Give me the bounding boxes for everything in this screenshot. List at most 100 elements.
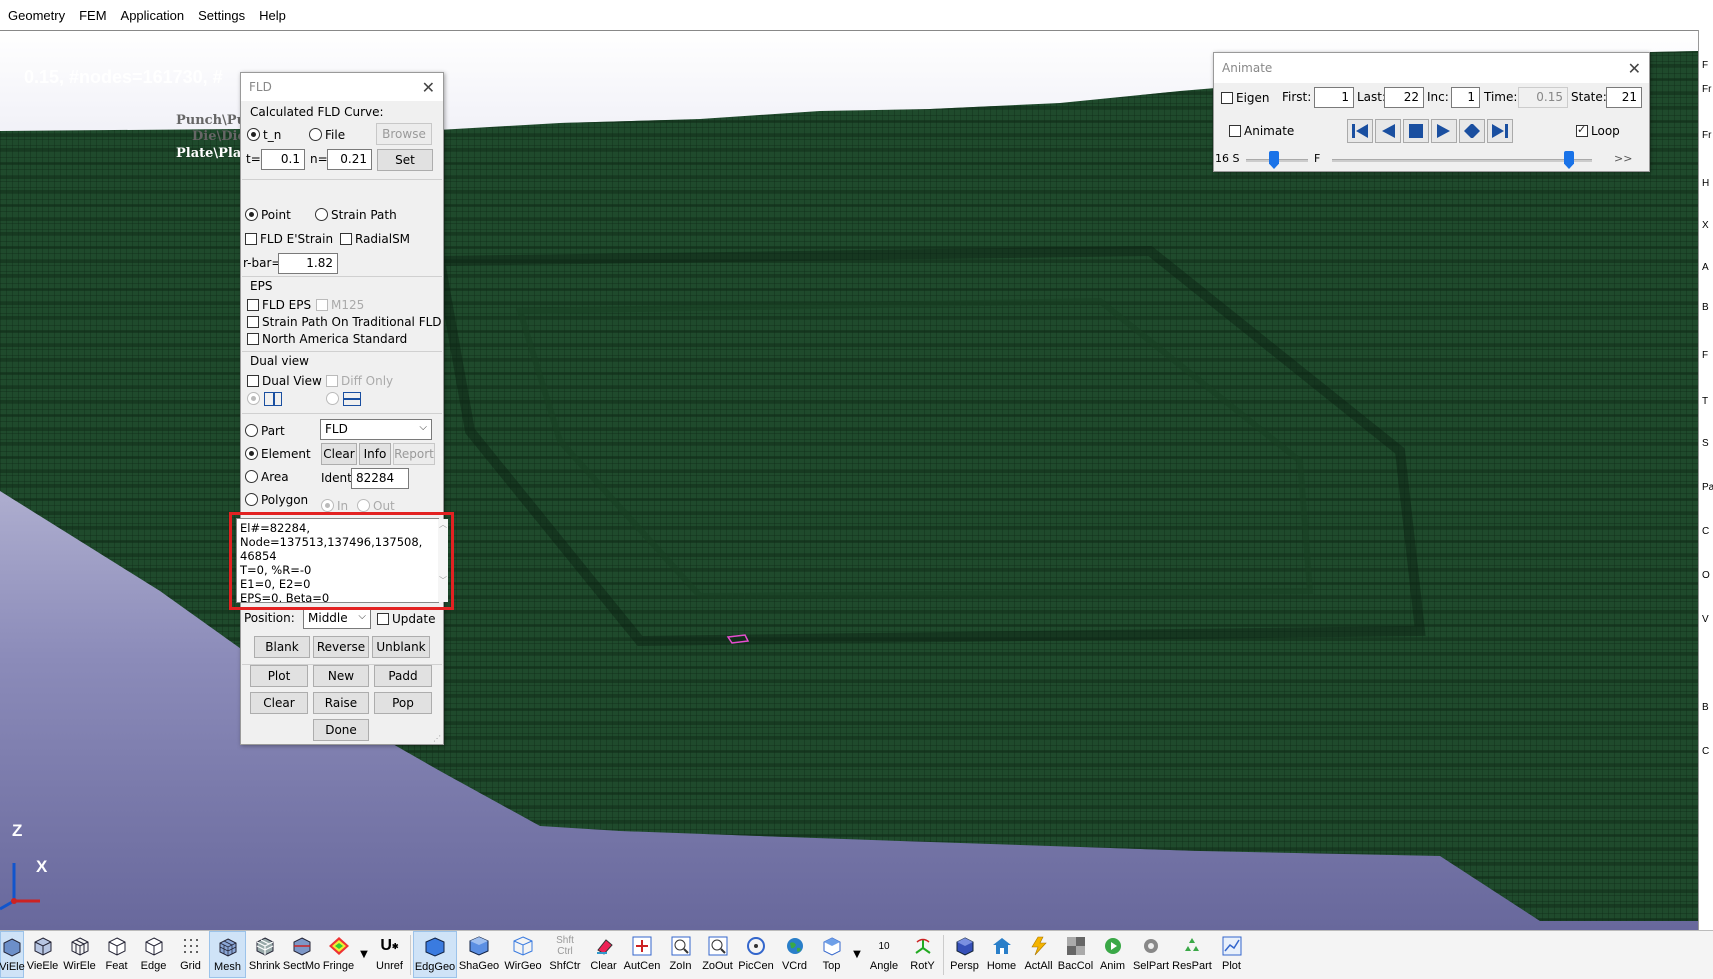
dual-view-checkbox[interactable]: Dual View: [247, 373, 322, 388]
radio-area[interactable]: Area: [245, 469, 289, 484]
menu-help[interactable]: Help: [259, 8, 286, 23]
first-input[interactable]: 1: [1314, 87, 1354, 108]
tb-mesh[interactable]: Mesh: [209, 931, 246, 978]
radialsm-checkbox[interactable]: RadialSM: [340, 231, 410, 246]
fld-estrain-checkbox[interactable]: FLD E'Strain: [245, 231, 333, 246]
radio-tn[interactable]: t_n: [247, 127, 281, 142]
plot-button[interactable]: Plot: [250, 665, 308, 687]
radio-strain-path[interactable]: Strain Path: [315, 207, 397, 222]
state-input[interactable]: 21: [1606, 87, 1642, 108]
radio-point[interactable]: Point: [245, 207, 291, 222]
tb-wirele[interactable]: WirEle: [61, 931, 98, 978]
browse-button[interactable]: Browse: [376, 123, 432, 145]
position-select[interactable]: Middle ⌵: [303, 608, 371, 629]
tb-clear[interactable]: Clear: [585, 931, 622, 978]
done-button[interactable]: Done: [313, 719, 369, 741]
raise-button[interactable]: Raise: [313, 692, 369, 714]
clear-plot-button[interactable]: Clear: [250, 692, 308, 714]
update-checkbox[interactable]: Update: [377, 611, 435, 626]
fringe-dropdown-icon[interactable]: ▼: [357, 931, 371, 978]
radio-polygon[interactable]: Polygon: [245, 492, 308, 507]
fld-type-select[interactable]: FLD ⌵: [320, 419, 432, 440]
tb-zoin[interactable]: ZoIn: [662, 931, 699, 978]
ident-input[interactable]: 82284: [351, 468, 409, 489]
tb-shageo[interactable]: ShaGeo: [457, 931, 501, 978]
tb-shfctr[interactable]: Shft Ctrl ShfCtr: [545, 931, 585, 978]
tb-piccen[interactable]: PicCen: [736, 931, 776, 978]
split-vertical-option[interactable]: [247, 391, 282, 406]
fld-eps-checkbox[interactable]: FLD EPS: [247, 297, 311, 312]
n-input[interactable]: 0.21: [327, 149, 372, 170]
element-info-text[interactable]: El#=82284, Node=137513,137496,137508, 46…: [236, 518, 439, 603]
menu-geometry[interactable]: Geometry: [8, 8, 65, 23]
tb-autcen[interactable]: AutCen: [622, 931, 662, 978]
tb-shrink[interactable]: Shrink: [246, 931, 283, 978]
tb-wirgeo[interactable]: WirGeo: [501, 931, 545, 978]
speed-slider-thumb[interactable]: [1269, 151, 1279, 169]
menu-settings[interactable]: Settings: [198, 8, 245, 23]
reverse-button[interactable]: Reverse: [313, 636, 369, 658]
radio-file[interactable]: File: [309, 127, 345, 142]
blank-button[interactable]: Blank: [254, 636, 310, 658]
tb-selpart[interactable]: SelPart: [1131, 931, 1171, 978]
info-button[interactable]: Info: [359, 443, 391, 465]
rbar-input[interactable]: 1.82: [278, 253, 338, 274]
tb-sectmo[interactable]: SectMo: [283, 931, 320, 978]
frame-slider-track[interactable]: [1332, 159, 1592, 162]
tb-vcrd[interactable]: VCrd: [776, 931, 813, 978]
close-icon[interactable]: ✕: [422, 78, 435, 97]
tb-roty[interactable]: RotY: [904, 931, 941, 978]
radio-in[interactable]: In: [321, 498, 348, 513]
clear-button[interactable]: Clear: [321, 443, 357, 465]
first-frame-button[interactable]: [1347, 119, 1373, 143]
tb-persp[interactable]: Persp: [946, 931, 983, 978]
animate-checkbox[interactable]: Animate: [1229, 123, 1294, 138]
new-button[interactable]: New: [313, 665, 369, 687]
step-forward-button[interactable]: [1431, 119, 1457, 143]
tb-feat[interactable]: Feat: [98, 931, 135, 978]
radio-out[interactable]: Out: [357, 498, 395, 513]
eigen-checkbox[interactable]: Eigen: [1221, 90, 1270, 105]
last-input[interactable]: 22: [1384, 87, 1424, 108]
split-horizontal-option[interactable]: [326, 391, 361, 406]
expand-button[interactable]: >>: [1614, 152, 1632, 165]
report-button[interactable]: Report: [393, 443, 435, 465]
info-scrollbar[interactable]: ︿ ﹀: [438, 519, 448, 602]
frame-slider-thumb[interactable]: [1564, 151, 1574, 169]
tb-viele[interactable]: ViEle: [0, 931, 25, 978]
tb-edge[interactable]: Edge: [135, 931, 172, 978]
diff-only-checkbox[interactable]: Diff Only: [326, 373, 393, 388]
stop-button[interactable]: [1403, 119, 1429, 143]
m125-checkbox[interactable]: M125: [316, 297, 364, 312]
resize-grip-icon[interactable]: ⋰: [433, 734, 441, 743]
padd-button[interactable]: Padd: [374, 665, 432, 687]
tb-vieele[interactable]: VieEle: [24, 931, 61, 978]
bounce-button[interactable]: [1459, 119, 1485, 143]
t-input[interactable]: 0.1: [261, 149, 305, 170]
tb-zoout[interactable]: ZoOut: [699, 931, 736, 978]
tb-grid[interactable]: Grid: [172, 931, 209, 978]
radio-part[interactable]: Part: [245, 423, 285, 438]
tb-baccol[interactable]: BacCol: [1057, 931, 1094, 978]
tb-plot[interactable]: Plot: [1213, 931, 1250, 978]
menu-application[interactable]: Application: [121, 8, 185, 23]
tb-top[interactable]: Top: [813, 931, 850, 978]
close-icon[interactable]: ✕: [1628, 59, 1641, 78]
tb-home[interactable]: Home: [983, 931, 1020, 978]
tb-actall[interactable]: ActAll: [1020, 931, 1057, 978]
animate-title-bar[interactable]: Animate ✕: [1214, 53, 1649, 83]
inc-input[interactable]: 1: [1451, 87, 1480, 108]
loop-checkbox[interactable]: Loop: [1576, 123, 1620, 138]
north-america-checkbox[interactable]: North America Standard: [247, 331, 407, 346]
pop-button[interactable]: Pop: [374, 692, 432, 714]
tb-angle[interactable]: 10 Angle: [864, 931, 904, 978]
tb-unref[interactable]: U ✱ Unref: [371, 931, 408, 978]
step-back-button[interactable]: [1375, 119, 1401, 143]
tb-anim[interactable]: Anim: [1094, 931, 1131, 978]
fld-title-bar[interactable]: FLD ✕: [241, 73, 443, 101]
set-button[interactable]: Set: [377, 149, 433, 171]
last-frame-button[interactable]: [1487, 119, 1513, 143]
view-dropdown-icon[interactable]: ▼: [850, 931, 864, 978]
unblank-button[interactable]: Unblank: [372, 636, 430, 658]
strain-path-traditional-checkbox[interactable]: Strain Path On Traditional FLD: [247, 314, 442, 329]
